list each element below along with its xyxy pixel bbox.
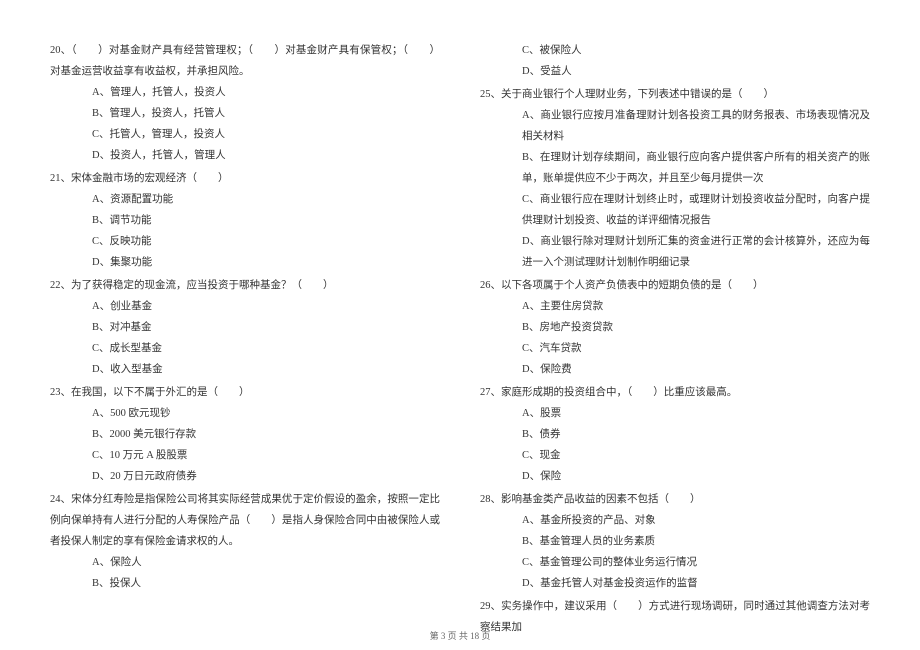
question-27-option-a: A、股票 — [480, 403, 870, 424]
question-25-option-b: B、在理财计划存续期间，商业银行应向客户提供客户所有的相关资产的账单，账单提供应… — [480, 147, 870, 189]
question-21-option-a: A、资源配置功能 — [50, 189, 440, 210]
question-28-option-b: B、基金管理人员的业务素质 — [480, 531, 870, 552]
question-23-text: 23、在我国，以下不属于外汇的是（ ） — [50, 382, 440, 403]
page-footer: 第 3 页 共 18 页 — [0, 629, 920, 642]
question-27-option-b: B、债券 — [480, 424, 870, 445]
question-26-option-a: A、主要住房贷款 — [480, 296, 870, 317]
question-27-text: 27、家庭形成期的投资组合中，（ ）比重应该最高。 — [480, 382, 870, 403]
right-column: C、被保险人 D、受益人 25、关于商业银行个人理财业务，下列表述中错误的是（ … — [480, 40, 870, 640]
question-20-text: 20、（ ）对基金财产具有经营管理权；（ ）对基金财产具有保管权；（ ）对基金运… — [50, 40, 440, 82]
question-20: 20、（ ）对基金财产具有经营管理权；（ ）对基金财产具有保管权；（ ）对基金运… — [50, 40, 440, 166]
question-21-option-c: C、反映功能 — [50, 231, 440, 252]
question-23-option-a: A、500 欧元现钞 — [50, 403, 440, 424]
question-27-option-d: D、保险 — [480, 466, 870, 487]
question-22-option-b: B、对冲基金 — [50, 317, 440, 338]
question-28-option-d: D、基金托管人对基金投资运作的监督 — [480, 573, 870, 594]
question-26: 26、以下各项属于个人资产负债表中的短期负债的是（ ） A、主要住房贷款 B、房… — [480, 275, 870, 380]
question-27-option-c: C、现金 — [480, 445, 870, 466]
question-23: 23、在我国，以下不属于外汇的是（ ） A、500 欧元现钞 B、2000 美元… — [50, 382, 440, 487]
question-28-option-c: C、基金管理公司的整体业务运行情况 — [480, 552, 870, 573]
question-28-option-a: A、基金所投资的产品、对象 — [480, 510, 870, 531]
question-25-option-a: A、商业银行应按月准备理财计划各投资工具的财务报表、市场表现情况及相关材料 — [480, 105, 870, 147]
question-20-option-d: D、投资人，托管人，管理人 — [50, 145, 440, 166]
left-column: 20、（ ）对基金财产具有经营管理权；（ ）对基金财产具有保管权；（ ）对基金运… — [50, 40, 440, 640]
two-column-layout: 20、（ ）对基金财产具有经营管理权；（ ）对基金财产具有保管权；（ ）对基金运… — [50, 40, 870, 640]
question-26-text: 26、以下各项属于个人资产负债表中的短期负债的是（ ） — [480, 275, 870, 296]
question-26-option-b: B、房地产投资贷款 — [480, 317, 870, 338]
question-23-option-b: B、2000 美元银行存款 — [50, 424, 440, 445]
question-24-text: 24、宋体分红寿险是指保险公司将其实际经营成果优于定价假设的盈余，按照一定比例向… — [50, 489, 440, 552]
question-24-option-b: B、投保人 — [50, 573, 440, 594]
question-27: 27、家庭形成期的投资组合中，（ ）比重应该最高。 A、股票 B、债券 C、现金… — [480, 382, 870, 487]
question-20-option-b: B、管理人，投资人，托管人 — [50, 103, 440, 124]
question-24-option-a: A、保险人 — [50, 552, 440, 573]
question-24-option-c: C、被保险人 — [480, 40, 870, 61]
question-25-option-c: C、商业银行应在理财计划终止时，或理财计划投资收益分配时，向客户提供理财计划投资… — [480, 189, 870, 231]
question-21: 21、宋体金融市场的宏观经济（ ） A、资源配置功能 B、调节功能 C、反映功能… — [50, 168, 440, 273]
question-23-option-c: C、10 万元 A 股股票 — [50, 445, 440, 466]
question-25: 25、关于商业银行个人理财业务，下列表述中错误的是（ ） A、商业银行应按月准备… — [480, 84, 870, 273]
question-28: 28、影响基金类产品收益的因素不包括（ ） A、基金所投资的产品、对象 B、基金… — [480, 489, 870, 594]
question-25-text: 25、关于商业银行个人理财业务，下列表述中错误的是（ ） — [480, 84, 870, 105]
question-23-option-d: D、20 万日元政府债券 — [50, 466, 440, 487]
question-21-option-b: B、调节功能 — [50, 210, 440, 231]
question-21-text: 21、宋体金融市场的宏观经济（ ） — [50, 168, 440, 189]
question-24-option-d: D、受益人 — [480, 61, 870, 82]
question-24-continued: C、被保险人 D、受益人 — [480, 40, 870, 82]
question-26-option-d: D、保险费 — [480, 359, 870, 380]
question-21-option-d: D、集聚功能 — [50, 252, 440, 273]
question-28-text: 28、影响基金类产品收益的因素不包括（ ） — [480, 489, 870, 510]
question-20-option-a: A、管理人，托管人，投资人 — [50, 82, 440, 103]
question-22-option-c: C、成长型基金 — [50, 338, 440, 359]
question-20-option-c: C、托管人，管理人，投资人 — [50, 124, 440, 145]
question-25-option-d: D、商业银行除对理财计划所汇集的资金进行正常的会计核算外，还应为每进一入个测试理… — [480, 231, 870, 273]
question-22-option-a: A、创业基金 — [50, 296, 440, 317]
question-22: 22、为了获得稳定的现金流，应当投资于哪种基金？（ ） A、创业基金 B、对冲基… — [50, 275, 440, 380]
question-22-option-d: D、收入型基金 — [50, 359, 440, 380]
question-22-text: 22、为了获得稳定的现金流，应当投资于哪种基金？（ ） — [50, 275, 440, 296]
question-26-option-c: C、汽车贷款 — [480, 338, 870, 359]
question-24: 24、宋体分红寿险是指保险公司将其实际经营成果优于定价假设的盈余，按照一定比例向… — [50, 489, 440, 594]
